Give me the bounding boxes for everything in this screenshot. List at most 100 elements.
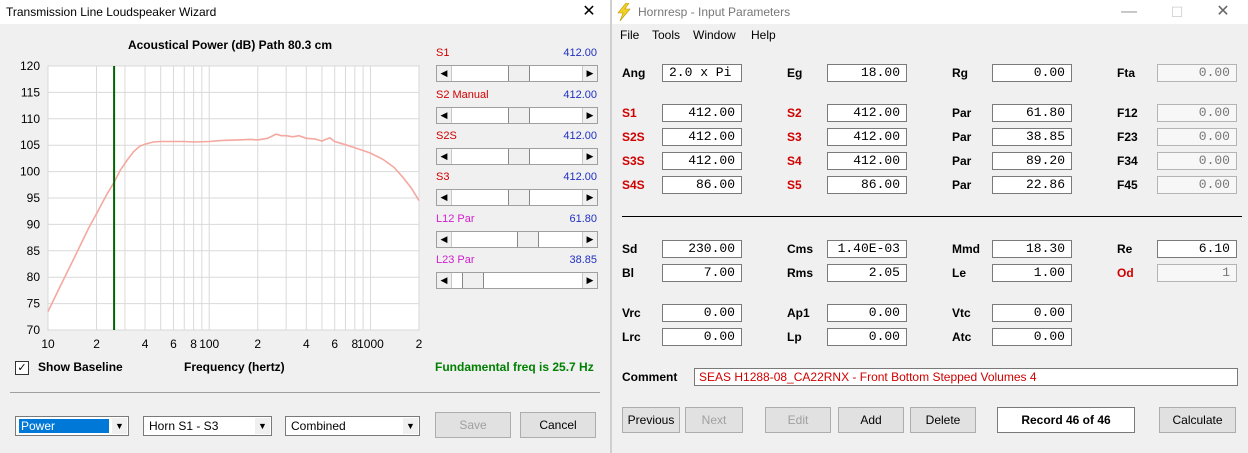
next-button[interactable]: Next (685, 407, 743, 433)
param-field[interactable]: 1 (1157, 264, 1237, 282)
param-field[interactable]: 86.00 (662, 176, 742, 194)
slider-track[interactable]: ◀ ▶ (436, 272, 598, 289)
slider-label: S2S (436, 130, 457, 142)
cancel-button[interactable]: Cancel (520, 412, 596, 438)
y-tick-label: 80 (27, 270, 41, 284)
param-field[interactable]: 0.00 (1157, 152, 1237, 170)
param-field[interactable]: 0.00 (1157, 176, 1237, 194)
chevron-down-icon[interactable]: ▼ (255, 418, 270, 434)
chart-title: Acoustical Power (dB) Path 80.3 cm (127, 38, 333, 52)
hornresp-title: Hornresp - Input Parameters (638, 5, 791, 19)
comment-field[interactable]: SEAS H1288-08_CA22RNX - Front Bottom Ste… (694, 368, 1238, 386)
param-field[interactable]: 0.00 (662, 328, 742, 346)
scroll-right-icon[interactable]: ▶ (582, 149, 597, 164)
scroll-left-icon[interactable]: ◀ (437, 149, 452, 164)
scroll-left-icon[interactable]: ◀ (437, 273, 452, 288)
slider-track[interactable]: ◀ ▶ (436, 148, 598, 165)
scroll-right-icon[interactable]: ▶ (582, 232, 597, 247)
param-label: Od (1117, 266, 1134, 280)
scroll-left-icon[interactable]: ◀ (437, 66, 452, 81)
param-field[interactable]: 2.0 x Pi (662, 64, 742, 82)
menu-file[interactable]: File (620, 28, 639, 42)
slider-track[interactable]: ◀ ▶ (436, 65, 598, 82)
close-icon[interactable]: ✕ (1212, 2, 1234, 22)
param-label: F45 (1117, 178, 1138, 192)
previous-button[interactable]: Previous (622, 407, 680, 433)
param-field[interactable]: 230.00 (662, 240, 742, 258)
slider-track[interactable]: ◀ ▶ (436, 107, 598, 124)
slider-track[interactable]: ◀ ▶ (436, 189, 598, 206)
menu-tools[interactable]: Tools (652, 28, 680, 42)
scroll-right-icon[interactable]: ▶ (582, 108, 597, 123)
param-field[interactable]: 18.00 (827, 64, 907, 82)
delete-button[interactable]: Delete (910, 407, 976, 433)
param-field[interactable]: 0.00 (827, 328, 907, 346)
param-field[interactable]: 1.00 (992, 264, 1072, 282)
param-field[interactable]: 6.10 (1157, 240, 1237, 258)
param-field[interactable]: 0.00 (827, 304, 907, 322)
slider-label: L12 Par (436, 213, 475, 225)
param-label: Atc (952, 330, 972, 344)
param-field[interactable]: 412.00 (662, 104, 742, 122)
horn-section-combo[interactable]: Horn S1 - S3 ▼ (143, 416, 272, 436)
param-field[interactable]: 0.00 (992, 304, 1072, 322)
scroll-right-icon[interactable]: ▶ (582, 190, 597, 205)
slider-thumb[interactable] (508, 149, 530, 164)
close-icon[interactable]: ✕ (578, 2, 600, 22)
param-field[interactable]: 412.00 (827, 152, 907, 170)
param-field[interactable]: 412.00 (827, 104, 907, 122)
param-label: Re (1117, 242, 1133, 256)
edit-button[interactable]: Edit (765, 407, 831, 433)
chevron-down-icon[interactable]: ▼ (112, 418, 127, 434)
wizard-title: Transmission Line Loudspeaker Wizard (6, 5, 217, 19)
menu-help[interactable]: Help (751, 28, 776, 42)
scroll-right-icon[interactable]: ▶ (582, 273, 597, 288)
param-field[interactable]: 412.00 (827, 128, 907, 146)
param-field[interactable]: 86.00 (827, 176, 907, 194)
menu-window[interactable]: Window (693, 28, 736, 42)
param-field[interactable]: 18.30 (992, 240, 1072, 258)
scroll-right-icon[interactable]: ▶ (582, 66, 597, 81)
output-mode-combo[interactable]: Combined ▼ (285, 416, 420, 436)
param-field[interactable]: 89.20 (992, 152, 1072, 170)
measure-combo[interactable]: Power ▼ (15, 416, 129, 436)
param-label: Par (952, 106, 972, 120)
show-baseline-label[interactable]: Show Baseline (38, 360, 123, 374)
param-field[interactable]: 0.00 (1157, 104, 1237, 122)
show-baseline-checkbox[interactable]: ✓ (15, 361, 29, 375)
minimize-icon[interactable]: — (1118, 2, 1140, 22)
param-label: Rms (787, 266, 814, 280)
slider-thumb[interactable] (508, 108, 530, 123)
scroll-left-icon[interactable]: ◀ (437, 108, 452, 123)
fundamental-frequency-text: Fundamental freq is 25.7 Hz (435, 360, 594, 374)
param-field[interactable]: 0.00 (1157, 128, 1237, 146)
param-field[interactable]: 412.00 (662, 128, 742, 146)
param-label: Ap1 (787, 306, 810, 320)
slider-thumb[interactable] (508, 190, 530, 205)
param-field[interactable]: 61.80 (992, 104, 1072, 122)
slider-thumb[interactable] (508, 66, 530, 81)
param-field[interactable]: 7.00 (662, 264, 742, 282)
param-field[interactable]: 38.85 (992, 128, 1072, 146)
param-field[interactable]: 412.00 (662, 152, 742, 170)
param-field[interactable]: 2.05 (827, 264, 907, 282)
param-field[interactable]: 0.00 (992, 328, 1072, 346)
param-field[interactable]: 22.86 (992, 176, 1072, 194)
slider-track[interactable]: ◀ ▶ (436, 231, 598, 248)
param-field[interactable]: 1.40E-03 (827, 240, 907, 258)
slider-thumb[interactable] (462, 273, 484, 288)
calculate-button[interactable]: Calculate (1159, 407, 1236, 433)
chevron-down-icon[interactable]: ▼ (403, 418, 418, 434)
scroll-left-icon[interactable]: ◀ (437, 190, 452, 205)
y-tick-label: 90 (27, 217, 41, 231)
param-field[interactable]: 0.00 (662, 304, 742, 322)
param-field[interactable]: 0.00 (992, 64, 1072, 82)
param-field[interactable]: 0.00 (1157, 64, 1237, 82)
tl-wizard-window: Transmission Line Loudspeaker Wizard ✕ A… (0, 0, 610, 453)
slider-thumb[interactable] (517, 232, 539, 247)
add-button[interactable]: Add (838, 407, 904, 433)
scroll-left-icon[interactable]: ◀ (437, 232, 452, 247)
slider-label: S2 Manual (436, 89, 489, 101)
maximize-icon[interactable]: ☐ (1166, 2, 1188, 22)
save-button[interactable]: Save (435, 412, 511, 438)
